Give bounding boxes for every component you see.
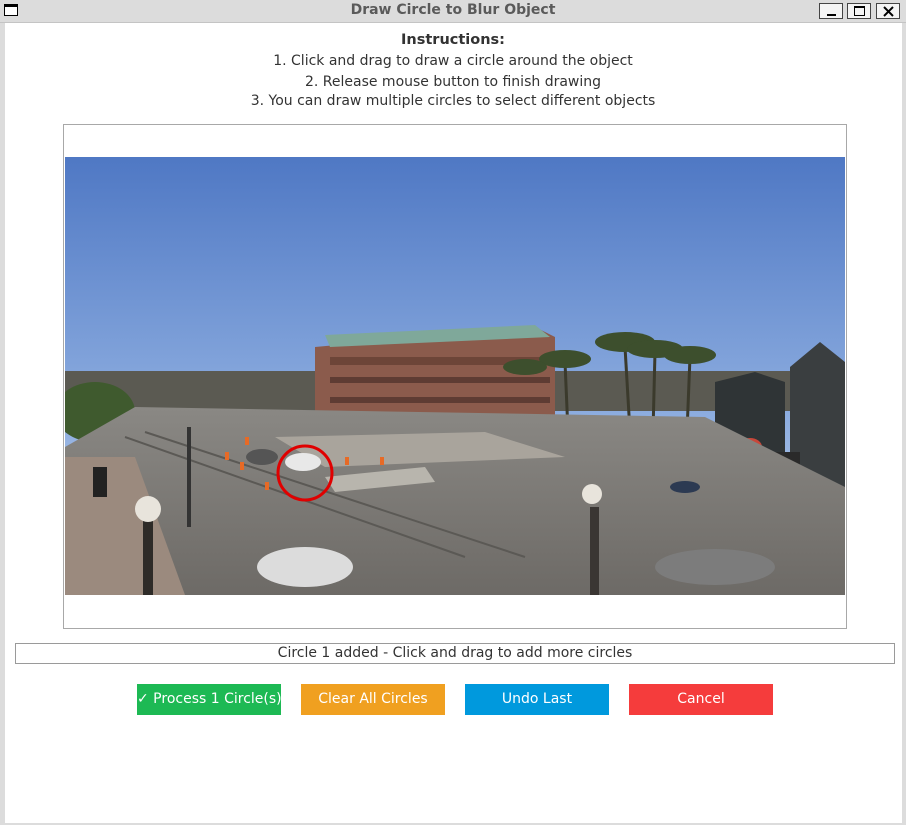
- minimize-button[interactable]: [819, 3, 843, 19]
- window-frame-right: [902, 23, 906, 825]
- instruction-step-1: 1. Click and drag to draw a circle aroun…: [273, 53, 633, 69]
- maximize-button[interactable]: [847, 3, 871, 19]
- instruction-step-3: 3. You can draw multiple circles to sele…: [250, 93, 656, 109]
- status-bar: Circle 1 added - Click and drag to add m…: [15, 643, 895, 664]
- close-icon: [883, 6, 894, 17]
- window-title: Draw Circle to Blur Object: [350, 2, 556, 18]
- cancel-button[interactable]: Cancel: [629, 684, 773, 715]
- minimize-icon: [827, 14, 836, 16]
- street-photo[interactable]: [65, 157, 845, 595]
- instructions-heading: Instructions:: [401, 32, 505, 48]
- instruction-step-2: 2. Release mouse button to finish drawin…: [304, 74, 602, 90]
- street-photo-image: [65, 157, 845, 595]
- close-button[interactable]: [876, 3, 900, 19]
- clear-all-circles-button[interactable]: Clear All Circles: [301, 684, 445, 715]
- title-bar: Draw Circle to Blur Object: [0, 0, 906, 23]
- undo-last-button[interactable]: Undo Last: [465, 684, 609, 715]
- process-circles-button[interactable]: ✓ Process 1 Circle(s): [137, 684, 281, 715]
- maximize-icon: [854, 6, 865, 16]
